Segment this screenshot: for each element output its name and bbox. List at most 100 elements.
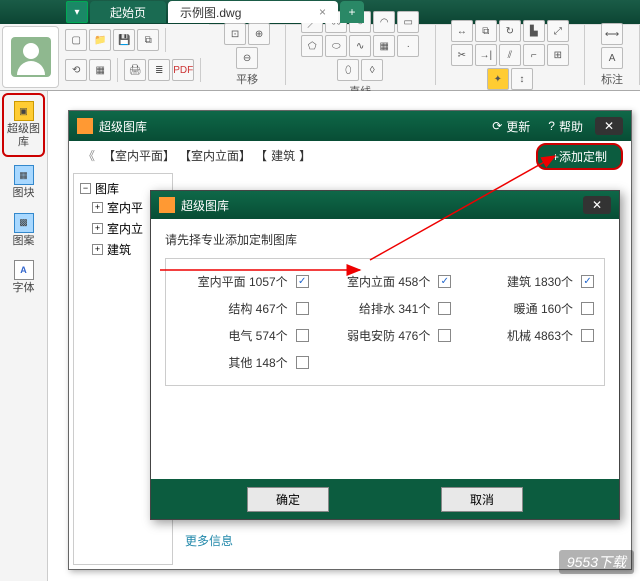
ok-button[interactable]: 确定 — [247, 487, 329, 512]
checkbox-row[interactable]: 机械 4863个 — [461, 327, 594, 344]
expand-icon[interactable]: + — [92, 244, 103, 255]
polygon-button[interactable]: ⬠ — [301, 35, 323, 57]
tab-active-file[interactable]: 示例图.dwg × — [168, 1, 338, 23]
checkbox[interactable]: ✓ — [438, 275, 451, 288]
breadcrumb-item[interactable]: 建筑 — [271, 147, 295, 164]
collapse-icon[interactable]: − — [80, 183, 91, 194]
side-panel: ▣ 超级图库 ▦ 图块 ▩ 图案 字体 — [0, 91, 48, 581]
user-avatar[interactable] — [2, 26, 59, 88]
dialog-close-button[interactable]: ✕ — [583, 196, 611, 214]
expand-icon[interactable]: + — [92, 202, 103, 213]
close-icon[interactable]: × — [319, 5, 326, 19]
breadcrumb-item[interactable]: 【室内平面】 — [103, 147, 175, 164]
checkbox-row[interactable]: 其他 148个 — [176, 354, 309, 371]
checkbox[interactable] — [296, 329, 309, 342]
sidebar-item-label: 图案 — [13, 235, 35, 248]
sidebar-item-fonts[interactable]: 字体 — [0, 254, 47, 301]
explode-button[interactable]: ✦ — [487, 68, 509, 90]
checkbox-label: 给排水 341个 — [359, 300, 430, 317]
breadcrumb: 《 【室内平面】 【室内立面】 【 建筑 】 》 +添加定制 — [69, 141, 631, 169]
arc-button[interactable]: ◠ — [373, 11, 395, 33]
breadcrumb-back[interactable]: 《 — [79, 147, 99, 164]
checkbox-row[interactable]: 结构 467个 — [176, 300, 309, 317]
zoom-in-button[interactable]: ⊕ — [248, 23, 270, 45]
cancel-button[interactable]: 取消 — [441, 487, 523, 512]
new-file-button[interactable]: ▢ — [65, 29, 87, 51]
save-button[interactable]: 💾 — [113, 29, 135, 51]
checkbox[interactable] — [296, 302, 309, 315]
save-multi-button[interactable]: ⧉ — [137, 29, 159, 51]
dialog-title: 超级图库 — [181, 197, 229, 214]
text-button[interactable]: A — [601, 47, 623, 69]
rect-button[interactable]: ▭ — [397, 11, 419, 33]
help-button[interactable]: ? 帮助 — [542, 118, 589, 135]
sidebar-item-patterns[interactable]: ▩ 图案 — [0, 207, 47, 254]
checkbox[interactable]: ✓ — [296, 275, 309, 288]
mirror-button[interactable]: ▙ — [523, 20, 545, 42]
breadcrumb-item: 【 — [255, 147, 267, 164]
ribbon-group-modify: ↔ ⧉ ↻ ▙ ⤢ ✂ →| ⫽ ⌐ ⊞ ✦ ↕ — [436, 25, 586, 85]
pdf-button[interactable]: PDF — [172, 59, 194, 81]
fillet-button[interactable]: ⌐ — [523, 44, 545, 66]
tab-start[interactable]: 起始页 — [90, 1, 166, 23]
dropdown-button[interactable]: ▾ — [66, 1, 88, 23]
zoom-window-button[interactable]: ⊡ — [224, 23, 246, 45]
checkbox[interactable] — [296, 356, 309, 369]
stretch-button[interactable]: ↕ — [511, 68, 533, 90]
redo-button[interactable]: ▦ — [89, 59, 111, 81]
checkbox-row[interactable]: 暖通 160个 — [461, 300, 594, 317]
refresh-label: 更新 — [506, 118, 530, 135]
point-button[interactable]: · — [397, 35, 419, 57]
expand-icon[interactable]: + — [92, 223, 103, 234]
zoom-out-button[interactable]: ⊖ — [236, 47, 258, 69]
copy-button[interactable]: ⧉ — [475, 20, 497, 42]
print-button[interactable]: 🖨 — [124, 59, 146, 81]
region-button[interactable]: ◊ — [361, 59, 383, 81]
dialog-icon — [159, 197, 175, 213]
cancel-label: 取消 — [470, 493, 494, 507]
extend-button[interactable]: →| — [475, 44, 497, 66]
add-custom-button[interactable]: +添加定制 — [536, 143, 623, 170]
checkbox-row[interactable]: 建筑 1830个✓ — [461, 273, 594, 290]
checkbox[interactable] — [438, 329, 451, 342]
layers-button[interactable]: ≣ — [148, 59, 170, 81]
trim-button[interactable]: ✂ — [451, 44, 473, 66]
tree-node-label: 建筑 — [107, 241, 131, 258]
checkbox-row[interactable]: 弱电安防 476个 — [319, 327, 452, 344]
open-file-button[interactable]: 📁 — [89, 29, 111, 51]
checkbox[interactable] — [581, 302, 594, 315]
checkbox-row[interactable]: 给排水 341个 — [319, 300, 452, 317]
checkbox-label: 室内平面 1057个 — [198, 273, 288, 290]
new-tab-button[interactable]: + — [340, 1, 364, 23]
sidebar-item-label: 图块 — [13, 187, 35, 200]
checkbox-label: 其他 148个 — [228, 354, 287, 371]
sidebar-item-label: 超级图库 — [6, 123, 41, 149]
ellipse-button[interactable]: ⬭ — [325, 35, 347, 57]
array-button[interactable]: ⊞ — [547, 44, 569, 66]
panel-header: 超级图库 ⟳ 更新 ? 帮助 ✕ — [69, 111, 631, 141]
checkbox-row[interactable]: 电气 574个 — [176, 327, 309, 344]
close-button[interactable]: ✕ — [595, 117, 623, 135]
sidebar-item-blocks[interactable]: ▦ 图块 — [0, 159, 47, 206]
refresh-button[interactable]: ⟳ 更新 — [486, 118, 536, 135]
sidebar-item-super-library[interactable]: ▣ 超级图库 — [2, 93, 45, 157]
checkbox[interactable] — [581, 329, 594, 342]
dim-linear-button[interactable]: ⟷ — [601, 23, 623, 45]
checkbox[interactable]: ✓ — [581, 275, 594, 288]
checkbox-row[interactable]: 室内立面 458个✓ — [319, 273, 452, 290]
breadcrumb-item: 】 — [299, 147, 311, 164]
spline-button[interactable]: ∿ — [349, 35, 371, 57]
scale-button[interactable]: ⤢ — [547, 20, 569, 42]
undo-button[interactable]: ⟲ — [65, 59, 87, 81]
offset-button[interactable]: ⫽ — [499, 44, 521, 66]
checkbox-label: 电气 574个 — [228, 327, 287, 344]
ellipse2-button[interactable]: ⬯ — [337, 59, 359, 81]
checkbox-row[interactable]: 室内平面 1057个 ✓ — [176, 273, 309, 290]
checkbox[interactable] — [438, 302, 451, 315]
hatch-button[interactable]: ▦ — [373, 35, 395, 57]
ribbon-group-label: 标注 — [601, 71, 623, 87]
more-info-link[interactable]: 更多信息 — [185, 532, 623, 549]
rotate-button[interactable]: ↻ — [499, 20, 521, 42]
move-button[interactable]: ↔ — [451, 20, 473, 42]
breadcrumb-item[interactable]: 【室内立面】 — [179, 147, 251, 164]
